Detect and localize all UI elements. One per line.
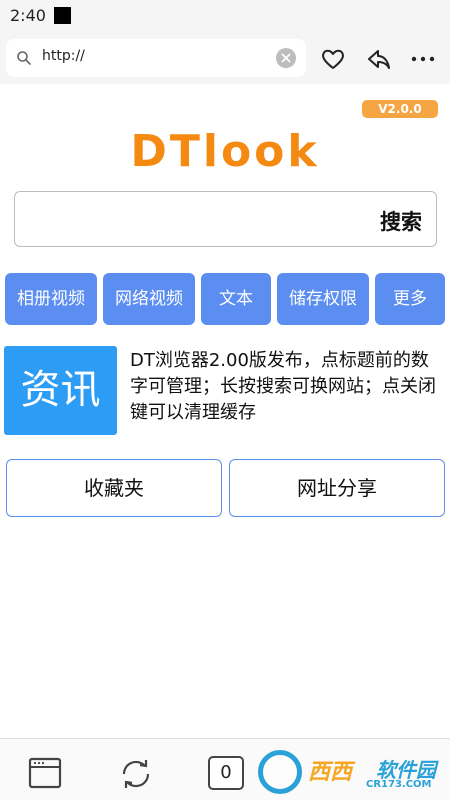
share-url-button[interactable]: 网址分享 <box>229 459 445 517</box>
status-time: 2:40 <box>10 6 46 25</box>
watermark-brand: 西西 <box>308 760 353 785</box>
refresh-icon[interactable] <box>118 757 154 791</box>
window-icon[interactable] <box>28 757 62 789</box>
search-icon <box>17 51 31 65</box>
clear-icon[interactable] <box>276 48 296 68</box>
storage-permission-button[interactable]: 储存权限 <box>277 273 369 325</box>
url-input[interactable]: http:// <box>6 39 306 77</box>
text-button[interactable]: 文本 <box>201 273 271 325</box>
app-logo: DTlook <box>130 126 320 177</box>
network-video-button[interactable]: 网络视频 <box>103 273 195 325</box>
favorites-button[interactable]: 收藏夹 <box>6 459 222 517</box>
news-message: DT浏览器2.00版发布，点标题前的数字可管理；长按搜索可换网站；点关闭键可以清… <box>130 350 436 423</box>
search-input[interactable]: 搜索 <box>14 191 437 247</box>
watermark-logo: 西西 软件园 CR173.COM <box>258 746 448 796</box>
search-button[interactable]: 搜索 <box>380 206 422 236</box>
more-button[interactable]: 更多 <box>375 273 445 325</box>
heart-icon[interactable] <box>320 46 346 72</box>
more-icon[interactable] <box>410 46 436 72</box>
news-tile[interactable]: 资讯 <box>4 346 117 435</box>
watermark-domain: CR173.COM <box>366 779 432 790</box>
share-icon[interactable] <box>366 46 392 72</box>
browser-toolbar: http:// <box>0 32 450 84</box>
watermark-circle-icon <box>258 750 302 794</box>
url-text: http:// <box>42 48 85 64</box>
tabs-count-button[interactable]: 0 <box>208 756 244 790</box>
album-video-button[interactable]: 相册视频 <box>5 273 97 325</box>
status-bar: 2:40 <box>0 0 450 32</box>
version-badge: V2.0.0 <box>362 100 438 118</box>
notification-icon <box>54 7 71 24</box>
